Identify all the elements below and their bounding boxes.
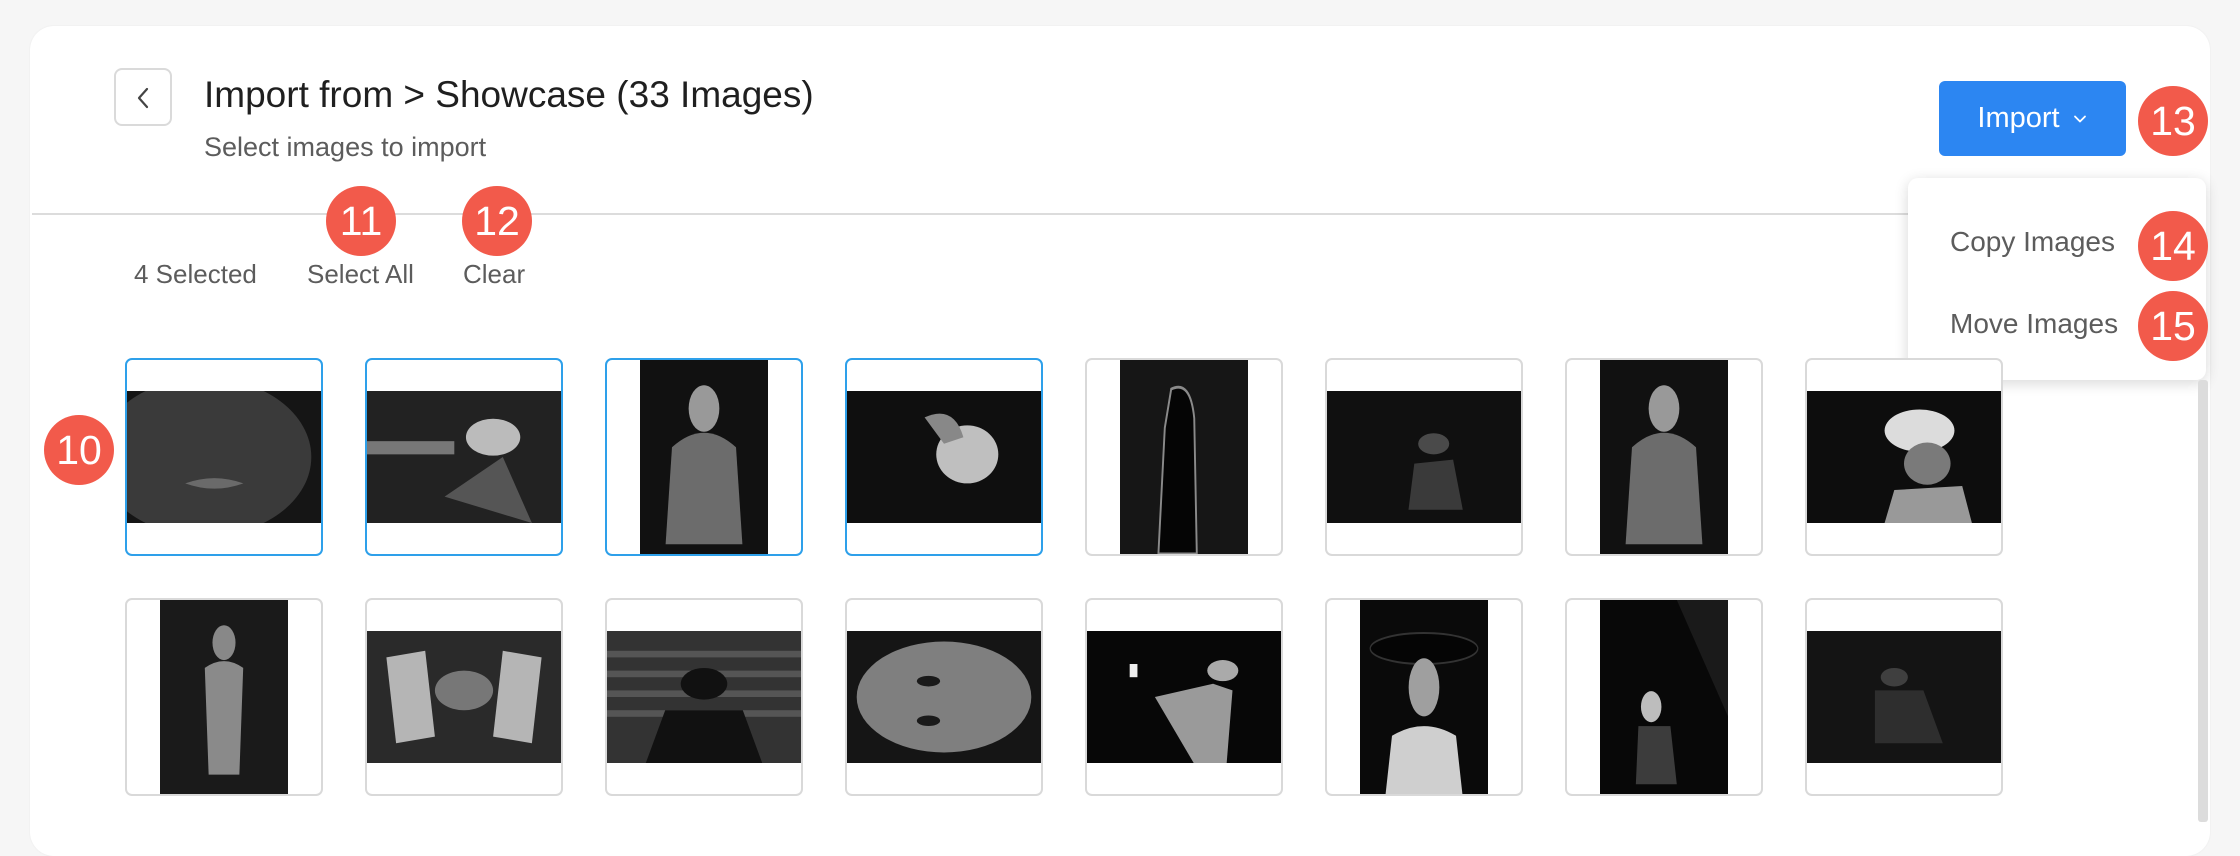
import-button-label: Import [1977,102,2060,134]
scrollbar[interactable] [2198,380,2208,822]
image-thumbnail[interactable] [1805,358,2003,556]
image-thumbnail[interactable] [125,358,323,556]
thumbnail-photo [640,360,768,554]
thumbnail-photo [1120,360,1248,554]
annotation-badge: 10 [44,415,114,485]
image-thumbnail[interactable] [1325,358,1523,556]
selected-count: 4 Selected [134,259,257,289]
import-button[interactable]: Import [1939,81,2126,156]
image-thumbnail[interactable] [1805,598,2003,796]
page-title: Import from > Showcase (33 Images) [204,74,814,115]
thumbnail-photo [1807,391,2001,523]
header-divider [32,213,1908,215]
chevron-down-icon [2073,115,2086,122]
chevron-left-icon [137,87,149,109]
annotation-badge: 14 [2138,211,2208,281]
annotation-badge: 12 [462,186,532,256]
image-thumbnail[interactable] [1565,598,1763,796]
thumbnail-photo [847,631,1041,763]
image-thumbnail[interactable] [605,598,803,796]
menu-item-move-images[interactable]: Move Images [1950,308,2118,340]
thumbnail-photo [127,391,321,523]
image-thumbnail[interactable] [1085,598,1283,796]
thumbnail-photo [1327,391,1521,523]
thumbnail-photo [367,391,561,523]
thumbnail-photo [1087,631,1281,763]
select-all-link[interactable]: Select All [307,259,414,290]
image-thumbnail[interactable] [1325,598,1523,796]
thumbnail-photo [847,391,1041,523]
back-button[interactable] [114,68,172,126]
annotation-badge: 13 [2138,86,2208,156]
clear-link[interactable]: Clear [463,259,525,290]
image-thumbnail[interactable] [365,598,563,796]
image-thumbnail[interactable] [365,358,563,556]
image-thumbnail[interactable] [125,598,323,796]
thumbnail-photo [607,631,801,763]
image-thumbnail[interactable] [1565,358,1763,556]
page-subtitle: Select images to import [204,132,487,162]
annotation-badge: 11 [326,186,396,256]
thumbnail-photo [1600,600,1728,794]
thumbnail-photo [367,631,561,763]
image-thumbnail[interactable] [605,358,803,556]
image-thumbnail[interactable] [1085,358,1283,556]
thumbnail-photo [1807,631,2001,763]
thumbnail-photo [1600,360,1728,554]
thumbnail-photo [1360,600,1488,794]
image-thumbnail[interactable] [845,358,1043,556]
annotation-badge: 15 [2138,291,2208,361]
menu-item-copy-images[interactable]: Copy Images [1950,226,2115,258]
image-thumbnail[interactable] [845,598,1043,796]
thumbnail-photo [160,600,288,794]
